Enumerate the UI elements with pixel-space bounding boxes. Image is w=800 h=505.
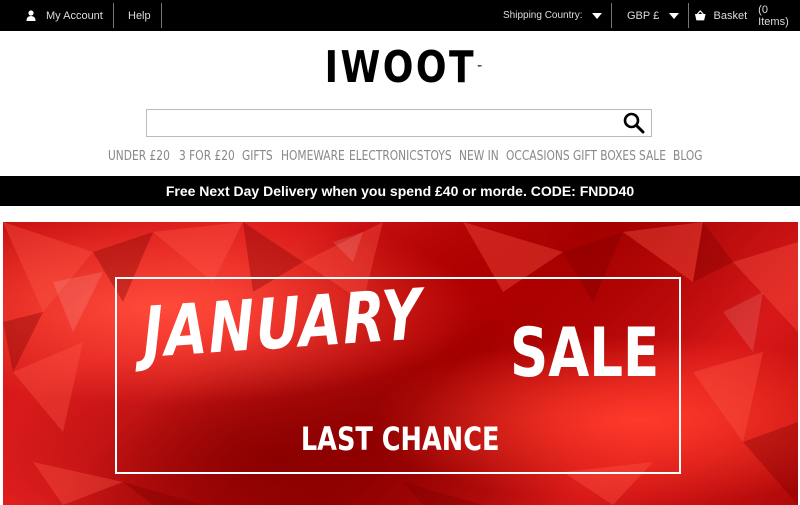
shipping-country-label: Shipping Country: xyxy=(503,10,583,21)
currency-label: GBP £ xyxy=(627,9,660,22)
banner-subline: LAST CHANCE xyxy=(301,420,500,458)
basket-icon xyxy=(694,10,706,21)
chevron-down-icon xyxy=(591,12,602,19)
hero-banner[interactable]: JANUARY SALE LAST CHANCE xyxy=(3,222,798,505)
nav-item-homeware[interactable]: HOMEWARE xyxy=(281,149,345,164)
nav-item-sale[interactable]: SALE xyxy=(639,149,666,164)
nav-item-toys[interactable]: TOYS xyxy=(424,149,452,164)
my-account-link[interactable]: My Account xyxy=(26,0,103,31)
site-logo: IWOOT ™ xyxy=(324,42,482,93)
logo-text: IWOOT xyxy=(324,42,476,93)
site-logo-link[interactable]: IWOOT ™ xyxy=(0,44,800,92)
basket-count: (0 Items) xyxy=(758,3,789,28)
divider xyxy=(161,3,162,28)
banner-sale-text: SALE xyxy=(510,314,660,393)
nav-item-3-for-20[interactable]: 3 FOR £20 xyxy=(179,149,235,164)
search-bar xyxy=(146,109,652,137)
divider xyxy=(113,3,114,28)
my-account-label: My Account xyxy=(46,9,103,22)
help-label: Help xyxy=(128,9,151,22)
search-input[interactable] xyxy=(151,113,611,133)
nav-item-gifts[interactable]: GIFTS xyxy=(242,149,273,164)
currency-dropdown[interactable]: GBP £ xyxy=(627,0,680,31)
nav-item-electronics[interactable]: ELECTRONICS xyxy=(349,149,423,164)
basket-link[interactable]: Basket (0 Items) xyxy=(694,0,800,31)
shipping-country-dropdown[interactable]: Shipping Country: xyxy=(503,0,602,31)
nav-item-occasions[interactable]: OCCASIONS xyxy=(506,149,570,164)
help-link[interactable]: Help xyxy=(128,0,151,31)
search-icon xyxy=(623,112,645,134)
nav-item-blog[interactable]: BLOG xyxy=(673,149,703,164)
promo-banner[interactable]: Free Next Day Delivery when you spend £4… xyxy=(0,176,800,206)
search-button[interactable] xyxy=(623,112,647,134)
basket-label: Basket xyxy=(713,9,748,22)
nav-item-gift-boxes[interactable]: GIFT BOXES xyxy=(573,149,636,164)
banner-subline-wrap: LAST CHANCE xyxy=(3,420,798,458)
main-nav: UNDER £20 3 FOR £20 GIFTS HOMEWARE ELECT… xyxy=(108,149,703,164)
chevron-down-icon xyxy=(669,12,680,19)
divider xyxy=(688,3,689,28)
trademark-symbol: ™ xyxy=(476,64,483,72)
nav-item-under-20[interactable]: UNDER £20 xyxy=(108,149,170,164)
nav-item-new-in[interactable]: NEW IN xyxy=(459,149,499,164)
divider xyxy=(611,3,612,28)
user-icon xyxy=(26,10,36,21)
top-bar: My Account Help Shipping Country: GBP £ … xyxy=(0,0,800,31)
promo-text: Free Next Day Delivery when you spend £4… xyxy=(165,183,635,199)
